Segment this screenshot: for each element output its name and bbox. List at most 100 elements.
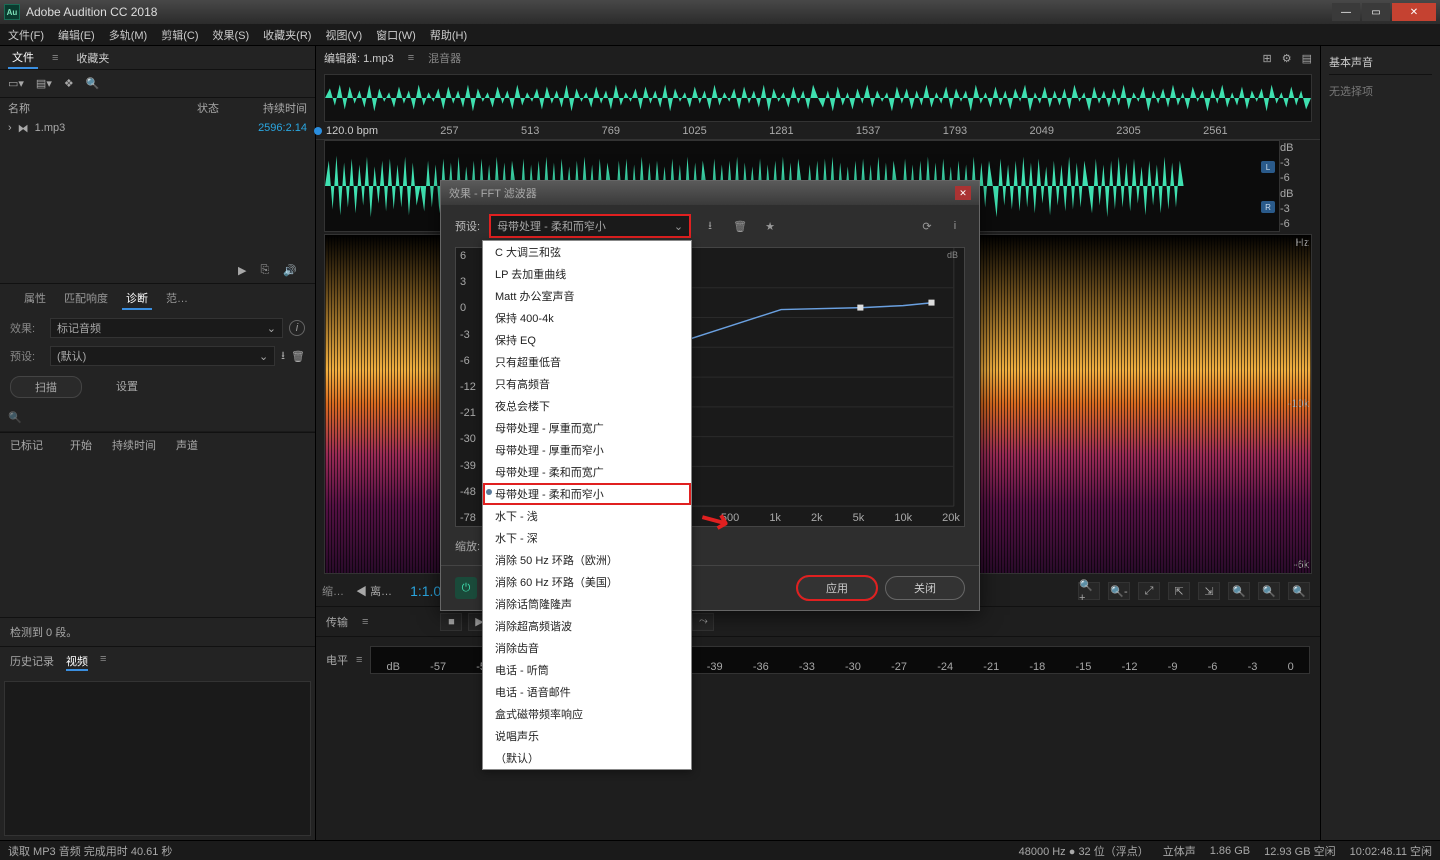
essential-sound-header: 基本声音 bbox=[1329, 54, 1432, 75]
preset-option[interactable]: 消除话筒隆隆声 bbox=[483, 593, 691, 615]
delete-icon[interactable]: 🗑 bbox=[730, 217, 750, 235]
preset-option[interactable]: 保持 400-4k bbox=[483, 307, 691, 329]
file-row[interactable]: ›⧓1.mp3 2596:2.14 bbox=[0, 118, 315, 138]
preset-option[interactable]: LP 去加重曲线 bbox=[483, 263, 691, 285]
preset-option[interactable]: 消除 60 Hz 环路（美国） bbox=[483, 571, 691, 593]
maximize-button[interactable]: ▭ bbox=[1362, 3, 1390, 21]
menu-edit[interactable]: 编辑(E) bbox=[58, 27, 95, 43]
settings-icon[interactable]: ⊞ bbox=[1263, 52, 1272, 65]
delete-preset-icon[interactable]: 🗑 bbox=[291, 350, 305, 363]
tab-editor[interactable]: 编辑器: 1.mp3 bbox=[324, 50, 394, 66]
preview-icon[interactable]: ⟳ bbox=[917, 217, 937, 235]
preset-option[interactable]: 只有高频音 bbox=[483, 373, 691, 395]
menu-favorites[interactable]: 收藏夹(R) bbox=[263, 27, 311, 43]
tab-diagnostics[interactable]: 诊断 bbox=[122, 288, 152, 310]
menu-file[interactable]: 文件(F) bbox=[8, 27, 44, 43]
tab-history[interactable]: 历史记录 bbox=[10, 653, 54, 671]
zoom-full-icon[interactable]: ⤢ bbox=[1138, 582, 1160, 600]
preset-option[interactable]: 水下 - 浅 bbox=[483, 505, 691, 527]
save-preset-icon[interactable]: ⭳ bbox=[700, 217, 720, 235]
menu-window[interactable]: 窗口(W) bbox=[376, 27, 416, 43]
zoom-reset2-icon[interactable]: 🔍 bbox=[1288, 582, 1310, 600]
tab-favorites[interactable]: 收藏夹 bbox=[72, 48, 113, 68]
zoom-reset-icon[interactable]: 🔍 bbox=[1258, 582, 1280, 600]
export-icon[interactable]: ⎘ bbox=[260, 264, 269, 277]
tab-files[interactable]: 文件 bbox=[8, 47, 38, 69]
scan-button[interactable]: 扫描 bbox=[10, 376, 82, 398]
timeline-ruler[interactable]: 120.0 bpm 257 513 769 1025 1281 1537 179… bbox=[316, 122, 1320, 140]
search-icon-2[interactable]: 🔍 bbox=[8, 411, 22, 424]
preset-option[interactable]: 电话 - 听筒 bbox=[483, 659, 691, 681]
preset-option[interactable]: 消除超高频谐波 bbox=[483, 615, 691, 637]
save-preset-icon[interactable]: ⭳ bbox=[281, 347, 285, 366]
preset-dropdown[interactable]: 母带处理 - 柔和而窄小 ⌄ bbox=[490, 215, 690, 237]
preset-option[interactable]: （默认） bbox=[483, 747, 691, 769]
tab-properties[interactable]: 属性 bbox=[20, 288, 50, 310]
search-icon[interactable]: 🔍 bbox=[86, 77, 100, 90]
window-title: Adobe Audition CC 2018 bbox=[26, 5, 1330, 19]
skip-button[interactable]: ⤳ bbox=[692, 613, 714, 631]
zoom-out-v-icon[interactable]: 🔍 bbox=[1228, 582, 1250, 600]
menu-help[interactable]: 帮助(H) bbox=[430, 27, 467, 43]
preset-option[interactable]: 保持 EQ bbox=[483, 329, 691, 351]
dialog-close-icon[interactable]: ✕ bbox=[955, 186, 971, 200]
zoom-back-icon[interactable]: ◀ 离… bbox=[350, 583, 398, 599]
preset-option[interactable]: 盒式磁带频率响应 bbox=[483, 703, 691, 725]
zoom-sel-icon[interactable]: ⇱ bbox=[1168, 582, 1190, 600]
status-message: 读取 MP3 音频 完成用时 40.61 秒 bbox=[8, 843, 1005, 859]
preset-option[interactable]: 母带处理 - 厚重而窄小 bbox=[483, 439, 691, 461]
info-icon[interactable]: i bbox=[945, 217, 965, 235]
level-tick: -3 bbox=[1248, 661, 1258, 673]
apply-button[interactable]: 应用 bbox=[797, 576, 877, 600]
stop-button[interactable]: ■ bbox=[440, 613, 462, 631]
favorite-icon[interactable]: ★ bbox=[760, 217, 780, 235]
preset-option[interactable]: 夜总会楼下 bbox=[483, 395, 691, 417]
preset-option[interactable]: 说唱声乐 bbox=[483, 725, 691, 747]
menu-clip[interactable]: 剪辑(C) bbox=[161, 27, 198, 43]
power-button[interactable]: ⏻ bbox=[455, 577, 477, 599]
zoom-in-v-icon[interactable]: ⇲ bbox=[1198, 582, 1220, 600]
play-icon[interactable]: ▶ bbox=[238, 264, 246, 277]
preset-option[interactable]: 消除 50 Hz 环路（欧洲） bbox=[483, 549, 691, 571]
preset-option[interactable]: 水下 - 深 bbox=[483, 527, 691, 549]
status-size: 1.86 GB bbox=[1210, 845, 1250, 857]
zoom-in-icon[interactable]: 🔍+ bbox=[1078, 582, 1100, 600]
menu-multitrack[interactable]: 多轨(M) bbox=[109, 27, 148, 43]
col-start: 开始 bbox=[70, 437, 92, 453]
preset-option[interactable]: 母带处理 - 厚重而宽广 bbox=[483, 417, 691, 439]
close-dialog-button[interactable]: 关闭 bbox=[885, 576, 965, 600]
multitrack-icon[interactable]: ❖ bbox=[64, 77, 74, 90]
spectral-icon[interactable]: ▤ bbox=[1302, 52, 1312, 65]
tab-mixer[interactable]: 混音器 bbox=[428, 50, 461, 66]
menu-effects[interactable]: 效果(S) bbox=[213, 27, 250, 43]
level-tick: -12 bbox=[1122, 661, 1138, 673]
effect-select[interactable]: 标记音频⌄ bbox=[50, 318, 283, 338]
volume-icon[interactable]: 🔊 bbox=[283, 264, 297, 277]
new-file-icon[interactable]: ▭▾ bbox=[8, 77, 24, 90]
col-duration: 持续时间 bbox=[247, 100, 307, 116]
level-tick: 0 bbox=[1288, 661, 1294, 673]
preset-option[interactable]: Matt 办公室声音 bbox=[483, 285, 691, 307]
level-label: 电平 bbox=[326, 652, 348, 668]
open-file-icon[interactable]: ▤▾ bbox=[36, 77, 52, 90]
preset-option[interactable]: 母带处理 - 柔和而窄小 bbox=[483, 483, 691, 505]
preset-select-diag[interactable]: (默认)⌄ bbox=[50, 346, 275, 366]
overview-waveform[interactable] bbox=[324, 74, 1312, 122]
preset-option[interactable]: C 大调三和弦 bbox=[483, 241, 691, 263]
preset-option[interactable]: 电话 - 语音邮件 bbox=[483, 681, 691, 703]
tab-range[interactable]: 范… bbox=[162, 288, 192, 310]
gear-icon[interactable]: ⚙ bbox=[1282, 52, 1292, 65]
zoom-out-icon[interactable]: 🔍- bbox=[1108, 582, 1130, 600]
tab-video[interactable]: 视频 bbox=[66, 653, 88, 671]
info-icon[interactable]: i bbox=[289, 320, 305, 336]
menu-view[interactable]: 视图(V) bbox=[325, 27, 362, 43]
minimize-button[interactable]: — bbox=[1332, 3, 1360, 21]
preset-option[interactable]: 母带处理 - 柔和而宽广 bbox=[483, 461, 691, 483]
preset-option[interactable]: 只有超重低音 bbox=[483, 351, 691, 373]
preset-option[interactable]: 消除齿音 bbox=[483, 637, 691, 659]
level-tick: -9 bbox=[1168, 661, 1178, 673]
hz-mark: -10k bbox=[1288, 398, 1309, 410]
tab-loudness[interactable]: 匹配响度 bbox=[60, 288, 112, 310]
settings-button[interactable]: 设置 bbox=[92, 376, 162, 398]
close-button[interactable]: ✕ bbox=[1392, 3, 1436, 21]
